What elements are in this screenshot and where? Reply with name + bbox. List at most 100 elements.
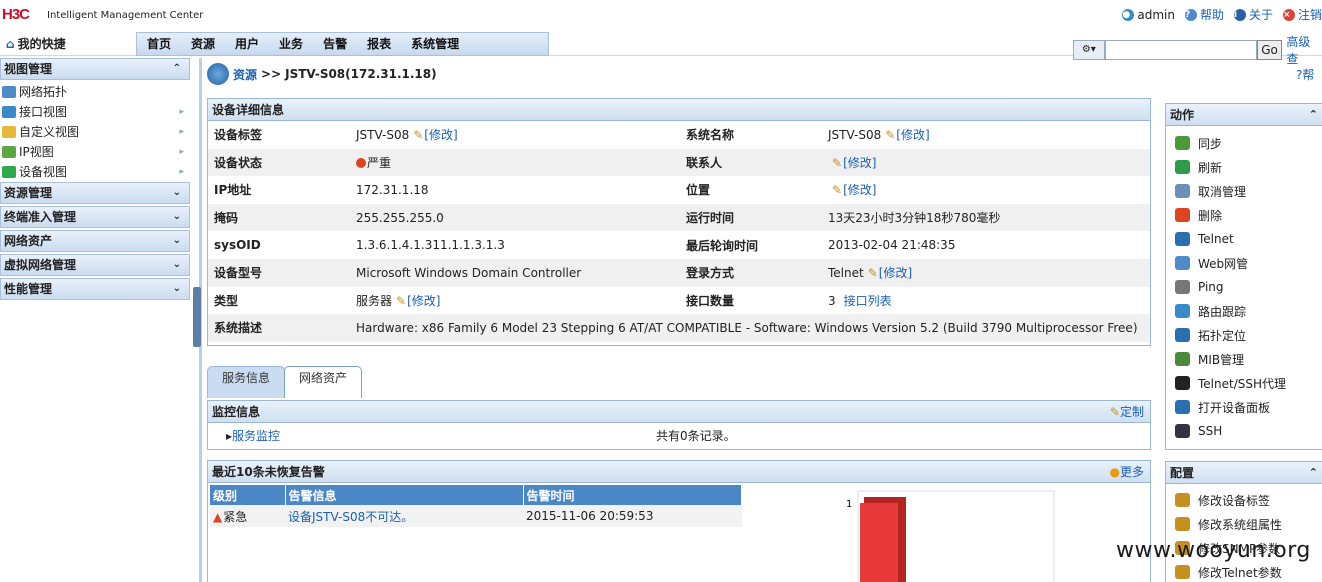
field-value: 13天23小时3分钟18秒780毫秒 [822,203,1150,232]
action-item[interactable]: Telnet/SSH代理 [1166,371,1322,395]
action-item[interactable]: Web网管 [1166,251,1322,275]
help-link-right[interactable]: ?帮 [1296,66,1314,83]
action-icon [1175,280,1190,294]
alarm-time: 2015-11-06 20:59:53 [523,505,742,527]
info-icon: i [1233,8,1246,21]
detail-row: 系统描述 Hardware: x86 Family 6 Model 23 Step… [208,314,1150,342]
edit-link[interactable]: [修改] [396,294,440,308]
action-item[interactable]: 打开设备面板 [1166,395,1322,419]
sidebar-view-item[interactable]: 接口视图 ▸ [0,102,190,122]
detail-row: 类型 服务器[修改] 接口数量 3接口列表 [208,287,1150,315]
edit-link[interactable]: [修改] [832,156,876,170]
tab-2[interactable]: 用户 [225,33,269,55]
go-button[interactable]: Go [1256,40,1283,60]
sidebar-section[interactable]: 资源管理 ⌄ [0,182,190,204]
tab-5[interactable]: 报表 [357,33,401,55]
chevron-down-icon: ⌄ [172,259,181,270]
edit-link[interactable]: [修改] [868,266,912,280]
chevron-up-icon[interactable]: ⌃ [1309,104,1318,126]
edit-link[interactable]: [修改] [885,128,929,142]
warning-icon: ▲ [213,509,223,524]
advanced-search-link[interactable]: 高级查 [1286,33,1322,67]
logout-link[interactable]: × 注销 [1282,6,1322,23]
search-scope-dropdown[interactable]: ⚙▾ [1073,40,1105,60]
action-item[interactable]: 同步 [1166,131,1322,155]
device-detail-table: 设备标签JSTV-S08[修改]系统名称JSTV-S08[修改]设备状态严重联系… [208,121,1150,342]
action-item[interactable]: SSH [1166,419,1322,443]
col-time[interactable]: 告警时间 [523,485,742,505]
field-label: 设备标签 [214,128,263,143]
interface-list-link[interactable]: 接口列表 [844,294,892,308]
table-row[interactable]: ▲紧急 设备JSTV-S08不可达。 2015-11-06 20:59:53 [210,505,742,527]
panel-title: 监控信息 [212,405,261,419]
breadcrumb-resource[interactable]: 资源 [233,66,257,83]
sub-tabs: 服务信息 网络资产 [207,366,363,398]
action-item[interactable]: 拓扑定位 [1166,323,1322,347]
view-icon [2,126,16,138]
device-detail-panel: 设备详细信息 设备标签JSTV-S08[修改]系统名称JSTV-S08[修改]设… [207,98,1151,346]
collapse-sidebar-handle[interactable] [193,287,201,347]
field-label: 设备型号 [208,258,350,287]
tab-1[interactable]: 资源 [181,33,225,55]
sidebar-section[interactable]: 性能管理 ⌄ [0,278,190,300]
tab-6[interactable]: 系统管理 [401,33,469,55]
action-item[interactable]: 刷新 [1166,155,1322,179]
action-item[interactable]: Telnet [1166,227,1322,251]
action-item[interactable]: 取消管理 [1166,179,1322,203]
config-item[interactable]: 修改设备标签 [1166,488,1322,512]
h3c-logo: H3C [2,6,30,23]
chevron-up-icon[interactable]: ⌃ [1309,462,1318,484]
sidebar-section[interactable]: 终端准入管理 ⌄ [0,206,190,228]
action-item[interactable]: MIB管理 [1166,347,1322,371]
sidebar-view-item[interactable]: 网络拓扑 [0,82,190,102]
col-level[interactable]: 级别 [210,485,286,505]
field-value: JSTV-S08[修改] [822,121,1150,149]
top-bar: H3C Intelligent Management Center ● admin… [0,0,1322,30]
edit-link[interactable]: [修改] [832,183,876,197]
my-shortcuts[interactable]: ⌂ 我的快捷 [6,35,66,52]
config-item[interactable]: 修改系统组属性 [1166,512,1322,536]
watermark: www.wooyun.org [1116,538,1311,563]
field-value: 255.255.255.0 [350,203,680,232]
chevron-down-icon: ⌄ [172,187,181,198]
tab-0[interactable]: 首页 [137,33,181,55]
customize-link[interactable]: ✎定制 [1110,401,1144,423]
tab-3[interactable]: 业务 [269,33,313,55]
more-link[interactable]: ●更多 [1110,461,1145,483]
tab-network-assets[interactable]: 网络资产 [284,366,363,398]
field-label: IP地址 [214,183,252,198]
search-input[interactable] [1104,40,1257,60]
alarm-info[interactable]: 设备JSTV-S08不可达。 [285,505,523,527]
breadcrumb-device: JSTV-S08(172.31.1.18) [285,67,437,81]
col-info[interactable]: 告警信息 [285,485,524,505]
chevron-down-icon: ⌄ [172,235,181,246]
action-item[interactable]: 删除 [1166,203,1322,227]
action-item[interactable]: Ping [1166,275,1322,299]
chevron-down-icon: ⌄ [172,283,181,294]
sidebar-view-item[interactable]: 设备视图 ▸ [0,162,190,182]
view-management-header[interactable]: 视图管理 ⌃ [0,58,190,80]
field-label: 掩码 [208,203,350,232]
sidebar-view-item[interactable]: IP视图 ▸ [0,142,190,162]
service-monitor-link[interactable]: ▸服务监控 [226,423,280,449]
about-link[interactable]: i 关于 [1233,6,1273,23]
config-item[interactable]: 修改Telnet参数 [1166,560,1322,582]
field-value: 服务器[修改] [350,287,680,315]
edit-icon [1175,493,1190,507]
action-icon [1175,232,1190,246]
tab-4[interactable]: 告警 [313,33,357,55]
sidebar-section[interactable]: 虚拟网络管理 ⌄ [0,254,190,276]
detail-row: 掩码 255.255.255.0 运行时间 13天23小时3分钟18秒780毫秒 [208,203,1150,232]
sidebar-view-item[interactable]: 自定义视图 ▸ [0,122,190,142]
action-item[interactable]: 路由跟踪 [1166,299,1322,323]
resource-icon [207,63,229,85]
edit-link[interactable]: [修改] [413,128,457,142]
chart-bar[interactable] [860,503,898,582]
field-label: 类型 [214,293,239,308]
user-link[interactable]: ● admin [1122,6,1175,23]
action-icon [1175,424,1190,438]
action-icon [1175,352,1190,366]
sidebar-section[interactable]: 网络资产 ⌄ [0,230,190,252]
help-link[interactable]: ? 帮助 [1184,6,1224,23]
tab-service-info[interactable]: 服务信息 [207,366,286,398]
